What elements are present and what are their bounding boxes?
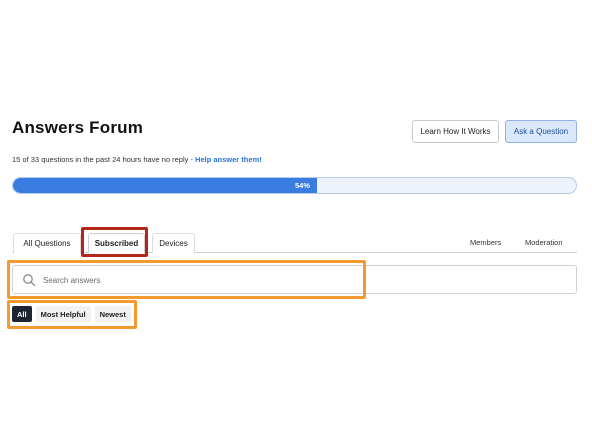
tab-moderation[interactable]: Moderation [525, 238, 563, 247]
filter-all-button[interactable]: All [12, 306, 32, 322]
page-title: Answers Forum [12, 118, 144, 137]
answers-forum-page: Answers Forum Learn How It Works Ask a Q… [0, 0, 592, 444]
tab-all-questions[interactable]: All Questions [13, 233, 81, 253]
ask-question-button[interactable]: Ask a Question [505, 120, 577, 143]
progress-fill [13, 178, 317, 193]
tab-subscribed[interactable]: Subscribed [88, 233, 145, 253]
filter-newest-button[interactable]: Newest [94, 306, 131, 322]
search-icon [23, 274, 36, 287]
tab-members[interactable]: Members [470, 238, 501, 247]
learn-how-it-works-button[interactable]: Learn How It Works [412, 120, 499, 143]
forum-tabs: All Questions Subscribed Devices Members… [12, 231, 577, 253]
sort-filters: All Most Helpful Newest [12, 306, 131, 322]
unanswered-status-text: 15 of 33 questions in the past 24 hours … [12, 155, 196, 164]
filter-most-helpful-button[interactable]: Most Helpful [35, 306, 91, 322]
unanswered-status: 15 of 33 questions in the past 24 hours … [12, 155, 262, 164]
answer-progress-bar: 54% [12, 177, 577, 194]
search-box[interactable] [12, 265, 577, 294]
tab-devices[interactable]: Devices [152, 233, 195, 253]
search-input[interactable] [43, 271, 543, 289]
progress-label: 54% [295, 181, 311, 190]
help-answer-link[interactable]: Help answer them! [195, 155, 262, 164]
